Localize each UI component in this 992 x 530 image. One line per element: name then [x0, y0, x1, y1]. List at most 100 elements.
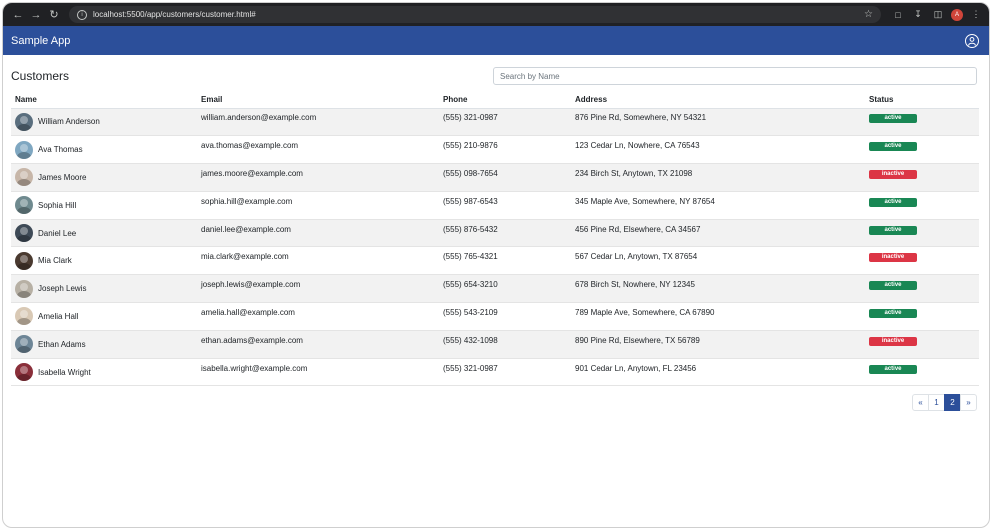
bookmark-star-icon[interactable]: ☆ — [864, 9, 873, 20]
customer-address: 876 Pine Rd, Somewhere, NY 54321 — [575, 113, 707, 123]
status-badge: active — [869, 281, 917, 291]
cell-email: isabella.wright@example.com — [197, 358, 439, 387]
pagination-page-1[interactable]: 1 — [928, 394, 945, 412]
customer-name: Mia Clark — [38, 256, 72, 266]
column-header-phone[interactable]: Phone — [439, 92, 571, 109]
customer-name: William Anderson — [38, 117, 100, 127]
cell-address: 678 Birch St, Nowhere, NY 12345 — [571, 274, 865, 304]
customer-email: sophia.hill@example.com — [201, 196, 293, 206]
customer-phone: (555) 543-2109 — [443, 307, 498, 317]
customer-email: mia.clark@example.com — [201, 252, 289, 262]
cell-address: 876 Pine Rd, Somewhere, NY 54321 — [571, 108, 865, 137]
customer-address: 456 Pine Rd, Elsewhere, CA 34567 — [575, 224, 701, 234]
cell-address: 901 Cedar Ln, Anytown, FL 23456 — [571, 358, 865, 387]
column-header-name[interactable]: Name — [11, 92, 197, 109]
profile-avatar[interactable]: A — [951, 8, 963, 21]
extensions-icon[interactable]: □ — [891, 8, 905, 22]
customer-name: Sophia Hill — [38, 200, 77, 210]
user-account-icon[interactable] — [965, 33, 979, 48]
avatar — [15, 251, 33, 270]
reload-icon[interactable]: ↻ — [45, 6, 63, 24]
cell-email: sophia.hill@example.com — [197, 191, 439, 220]
status-badge: active — [869, 225, 917, 235]
table-row[interactable]: Amelia Hall amelia.hall@example.com (555) … — [11, 302, 979, 331]
customer-email: isabella.wright@example.com — [201, 363, 308, 373]
download-icon[interactable]: ↧ — [911, 8, 925, 22]
customer-name: Ethan Adams — [38, 339, 86, 349]
customer-address: 567 Cedar Ln, Anytown, TX 87654 — [575, 252, 698, 262]
cell-name: Daniel Lee — [11, 219, 197, 248]
cell-status: inactive — [865, 330, 979, 359]
side-panel-icon[interactable]: ◫ — [931, 8, 945, 22]
table-row[interactable]: Mia Clark mia.clark@example.com (555) 765-… — [11, 246, 979, 276]
customer-address: 678 Birch St, Nowhere, NY 12345 — [575, 280, 695, 290]
cell-phone: (555) 321-0987 — [439, 108, 571, 137]
column-header-email[interactable]: Email — [197, 92, 439, 109]
address-bar[interactable]: i localhost:5500/app/customers/customer.… — [69, 6, 881, 23]
avatar — [15, 140, 33, 159]
table-header-row: Name Email Phone Address Status — [11, 92, 979, 109]
table-row[interactable]: James Moore james.moore@example.com (555) … — [11, 163, 979, 192]
cell-address: 234 Birch St, Anytown, TX 21098 — [571, 163, 865, 192]
cell-email: james.moore@example.com — [197, 163, 439, 192]
page-title: Customers — [11, 69, 70, 83]
customer-name: James Moore — [38, 172, 87, 182]
column-header-status[interactable]: Status — [865, 92, 979, 109]
pagination-next[interactable]: » — [960, 394, 977, 412]
table-row[interactable]: Sophia Hill sophia.hill@example.com (555) … — [11, 191, 979, 220]
cell-email: daniel.lee@example.com — [197, 219, 439, 248]
table-row[interactable]: Isabella Wright isabella.wright@example.c… — [11, 358, 979, 387]
status-badge: inactive — [869, 169, 917, 179]
cell-status: active — [865, 219, 979, 248]
cell-name: Joseph Lewis — [11, 274, 197, 304]
customer-email: william.anderson@example.com — [201, 113, 317, 123]
cell-email: amelia.hall@example.com — [197, 302, 439, 331]
table-row[interactable]: Joseph Lewis joseph.lewis@example.com (555… — [11, 274, 979, 304]
cell-status: active — [865, 358, 979, 387]
customers-table: Name Email Phone Address Status William … — [11, 92, 979, 387]
cell-status: active — [865, 135, 979, 165]
customer-name: Isabella Wright — [38, 367, 91, 377]
avatar — [15, 112, 33, 131]
cell-address: 345 Maple Ave, Somewhere, NY 87654 — [571, 191, 865, 220]
search-input[interactable] — [493, 67, 977, 85]
cell-email: ava.thomas@example.com — [197, 135, 439, 165]
site-info-icon[interactable]: i — [77, 9, 87, 20]
cell-status: active — [865, 108, 979, 137]
back-arrow-icon[interactable]: ← — [9, 6, 27, 24]
cell-address: 789 Maple Ave, Somewhere, CA 67890 — [571, 302, 865, 331]
table-row[interactable]: Ava Thomas ava.thomas@example.com (555) 21… — [11, 135, 979, 165]
avatar — [15, 335, 33, 354]
cell-name: James Moore — [11, 163, 197, 192]
customer-phone: (555) 654-3210 — [443, 280, 498, 290]
pagination-page-2[interactable]: 2 — [944, 394, 961, 412]
cell-name: Sophia Hill — [11, 191, 197, 220]
customer-email: daniel.lee@example.com — [201, 224, 291, 234]
cell-phone: (555) 098-7654 — [439, 163, 571, 192]
cell-name: Mia Clark — [11, 246, 197, 276]
customer-address: 345 Maple Ave, Somewhere, NY 87654 — [575, 196, 715, 206]
cell-status: active — [865, 302, 979, 331]
customer-phone: (555) 987-6543 — [443, 196, 498, 206]
pagination-prev[interactable]: « — [912, 394, 929, 412]
browser-toolbar: ← → ↻ i localhost:5500/app/customers/cus… — [3, 3, 989, 26]
app-header: Sample App — [3, 26, 989, 55]
customer-phone: (555) 321-0987 — [443, 363, 498, 373]
customer-address: 234 Birch St, Anytown, TX 21098 — [575, 168, 693, 178]
cell-status: active — [865, 274, 979, 304]
app-title[interactable]: Sample App — [11, 35, 70, 47]
cell-phone: (555) 765-4321 — [439, 246, 571, 276]
column-header-address[interactable]: Address — [571, 92, 865, 109]
table-row[interactable]: William Anderson william.anderson@example… — [11, 108, 979, 137]
cell-phone: (555) 654-3210 — [439, 274, 571, 304]
customer-email: ava.thomas@example.com — [201, 141, 299, 151]
cell-phone: (555) 210-9876 — [439, 135, 571, 165]
forward-arrow-icon[interactable]: → — [27, 6, 45, 24]
kebab-menu-icon[interactable]: ⋮ — [969, 8, 983, 22]
table-row[interactable]: Ethan Adams ethan.adams@example.com (555) … — [11, 330, 979, 359]
customer-email: amelia.hall@example.com — [201, 307, 295, 317]
avatar — [15, 196, 33, 215]
table-row[interactable]: Daniel Lee daniel.lee@example.com (555) 87… — [11, 219, 979, 248]
browser-window: ← → ↻ i localhost:5500/app/customers/cus… — [2, 2, 990, 528]
cell-status: inactive — [865, 246, 979, 276]
